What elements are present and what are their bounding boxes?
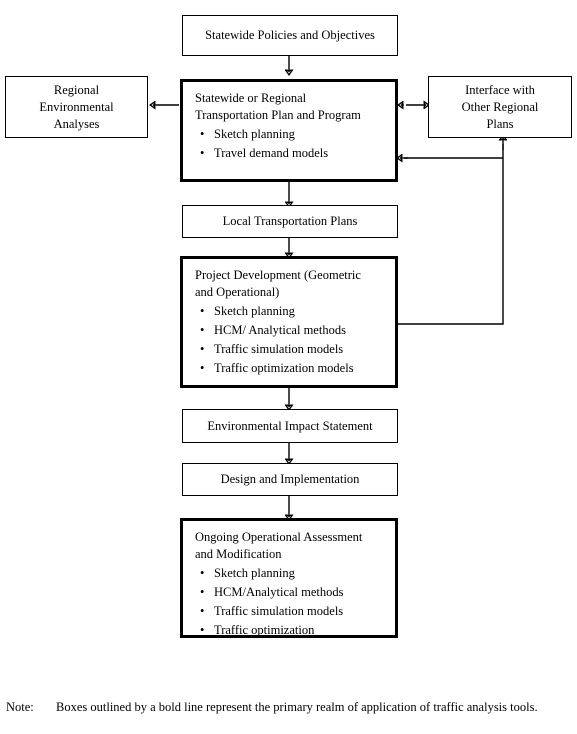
diagram-note-label: Note: bbox=[6, 700, 34, 714]
node-local-transportation-plans-label: Local Transportation Plans bbox=[222, 214, 358, 228]
node-interface-other-regional-plans-label: Interface with Other Regional Plans bbox=[461, 82, 539, 131]
node-statewide-regional-plan-title: Statewide or Regional Transportation Pla… bbox=[195, 91, 361, 122]
node-regional-environmental-analyses[interactable]: Regional Environmental Analyses bbox=[5, 76, 148, 138]
list-item: HCM/Analytical methods bbox=[195, 583, 385, 602]
node-interface-other-regional-plans[interactable]: Interface with Other Regional Plans bbox=[428, 76, 572, 138]
list-item: Travel demand models bbox=[195, 144, 385, 163]
node-local-transportation-plans[interactable]: Local Transportation Plans bbox=[182, 205, 398, 238]
list-item: HCM/ Analytical methods bbox=[195, 321, 385, 340]
node-project-development-title: Project Development (Geometric and Opera… bbox=[195, 268, 361, 299]
node-project-development-bullets: Sketch planning HCM/ Analytical methods … bbox=[195, 302, 385, 378]
node-statewide-policies-label: Statewide Policies and Objectives bbox=[205, 28, 375, 42]
node-ongoing-operational-assessment-bullets: Sketch planning HCM/Analytical methods T… bbox=[195, 564, 385, 640]
node-regional-environmental-analyses-label: Regional Environmental Analyses bbox=[39, 82, 114, 131]
list-item: Sketch planning bbox=[195, 302, 385, 321]
node-environmental-impact-statement-label: Environmental Impact Statement bbox=[207, 418, 373, 433]
diagram-canvas: Statewide Policies and Objectives Region… bbox=[0, 0, 577, 734]
node-statewide-policies[interactable]: Statewide Policies and Objectives bbox=[182, 15, 398, 56]
list-item: Sketch planning bbox=[195, 125, 385, 144]
list-item: Traffic simulation models bbox=[195, 602, 385, 621]
node-ongoing-operational-assessment-title: Ongoing Operational Assessment and Modif… bbox=[195, 530, 363, 561]
node-statewide-regional-plan[interactable]: Statewide or Regional Transportation Pla… bbox=[180, 79, 398, 182]
feedback-loop-project-development bbox=[398, 138, 503, 325]
diagram-note-text: Boxes outlined by a bold line represent … bbox=[56, 700, 538, 714]
list-item: Traffic optimization bbox=[195, 621, 385, 640]
diagram-note: Note: Boxes outlined by a bold line repr… bbox=[6, 698, 566, 716]
node-project-development[interactable]: Project Development (Geometric and Opera… bbox=[180, 256, 398, 388]
node-statewide-regional-plan-bullets: Sketch planning Travel demand models bbox=[195, 125, 385, 163]
node-ongoing-operational-assessment[interactable]: Ongoing Operational Assessment and Modif… bbox=[180, 518, 398, 640]
node-design-and-implementation-label: Design and Implementation bbox=[220, 472, 360, 486]
node-environmental-impact-statement[interactable]: Environmental Impact Statement bbox=[182, 409, 398, 443]
list-item: Traffic optimization models bbox=[195, 359, 385, 378]
node-design-and-implementation[interactable]: Design and Implementation bbox=[182, 463, 398, 496]
list-item: Traffic simulation models bbox=[195, 340, 385, 359]
list-item: Sketch planning bbox=[195, 564, 385, 583]
